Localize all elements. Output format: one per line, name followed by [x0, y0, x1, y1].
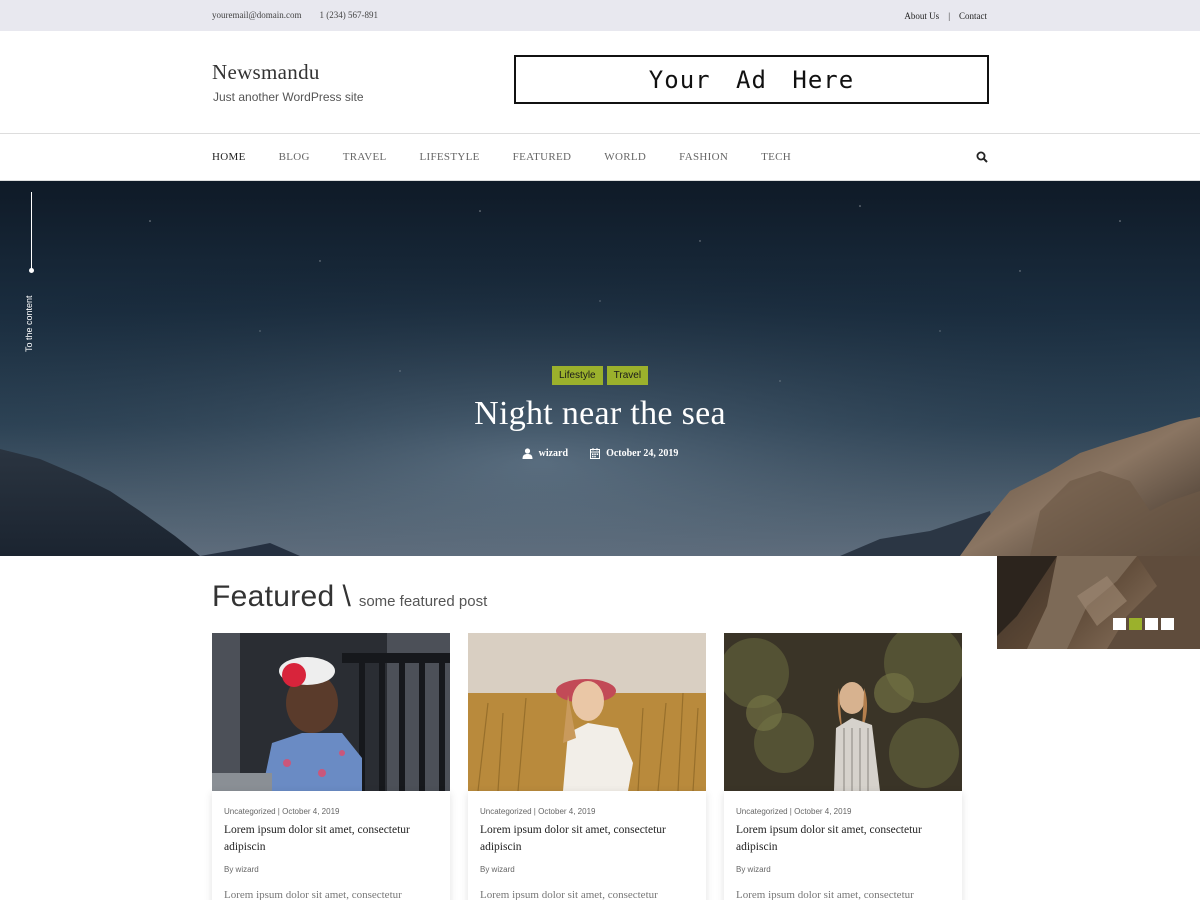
- phone-text[interactable]: 1 (234) 567-891: [320, 10, 379, 20]
- top-links-separator: |: [948, 11, 950, 21]
- hero-date: October 24, 2019: [590, 448, 678, 459]
- contact-link[interactable]: Contact: [959, 11, 987, 21]
- card-excerpt: Lorem ipsum dolor sit amet, consectetur: [480, 889, 658, 900]
- card-meta[interactable]: Uncategorized | October 4, 2019: [224, 807, 438, 816]
- card-title[interactable]: Lorem ipsum dolor sit amet, consectetur …: [480, 822, 694, 856]
- user-icon: [522, 448, 533, 459]
- card-meta[interactable]: Uncategorized | October 4, 2019: [736, 807, 950, 816]
- hero-tags: Lifestyle Travel: [0, 366, 1200, 385]
- card-image[interactable]: [724, 633, 962, 791]
- nav-item-lifestyle[interactable]: LIFESTYLE: [420, 151, 480, 163]
- card-image[interactable]: [212, 633, 450, 791]
- slider-dot-1[interactable]: [1113, 618, 1126, 630]
- featured-card[interactable]: Uncategorized | October 4, 2019 Lorem ip…: [724, 633, 962, 900]
- hero-date-text: October 24, 2019: [606, 448, 679, 459]
- ad-banner[interactable]: Your Ad Here: [514, 55, 989, 104]
- contact-info: youremail@domain.com 1 (234) 567-891: [212, 10, 378, 20]
- featured-subtitle: some featured post: [358, 593, 488, 610]
- card-image[interactable]: [468, 633, 706, 791]
- featured-card[interactable]: Uncategorized | October 4, 2019 Lorem ip…: [468, 633, 706, 900]
- slider-dot-4[interactable]: [1161, 618, 1174, 630]
- card-body: Uncategorized | October 4, 2019 Lorem ip…: [724, 791, 962, 900]
- hero-author[interactable]: wizard: [522, 448, 568, 459]
- search-icon[interactable]: [976, 151, 988, 163]
- calendar-icon: [590, 448, 601, 459]
- nav-item-blog[interactable]: BLOG: [279, 151, 310, 163]
- hero-author-name: wizard: [538, 448, 569, 459]
- top-links: About Us | Contact: [904, 11, 987, 21]
- featured-heading: Featured \ some featured post: [212, 580, 487, 614]
- hero-title[interactable]: Night near the sea: [0, 395, 1200, 433]
- main-navigation: HOME BLOG TRAVEL LIFESTYLE FEATURED WORL…: [0, 133, 1200, 181]
- site-tagline: Just another WordPress site: [213, 90, 364, 104]
- card-author[interactable]: By wizard: [224, 865, 438, 874]
- site-title[interactable]: Newsmandu: [212, 60, 320, 85]
- card-title[interactable]: Lorem ipsum dolor sit amet, consectetur …: [224, 822, 438, 856]
- to-content-dot: [29, 268, 34, 273]
- ad-text: Your Ad Here: [648, 65, 855, 94]
- to-content-link[interactable]: To the content: [0, 192, 60, 362]
- card-excerpt: Lorem ipsum dolor sit amet, consectetur: [736, 889, 914, 900]
- email-text[interactable]: youremail@domain.com: [212, 10, 302, 20]
- to-content-line: [31, 192, 32, 270]
- nav-item-travel[interactable]: TRAVEL: [343, 151, 387, 163]
- to-content-label: To the content: [24, 295, 34, 352]
- card-meta[interactable]: Uncategorized | October 4, 2019: [480, 807, 694, 816]
- nav-item-featured[interactable]: FEATURED: [513, 151, 572, 163]
- card-body: Uncategorized | October 4, 2019 Lorem ip…: [468, 791, 706, 900]
- slider-dot-3[interactable]: [1145, 618, 1158, 630]
- rock-image: [997, 556, 1200, 649]
- nav-item-fashion[interactable]: FASHION: [679, 151, 728, 163]
- featured-card[interactable]: Uncategorized | October 4, 2019 Lorem ip…: [212, 633, 450, 900]
- slider-dot-2[interactable]: [1129, 618, 1142, 630]
- card-title[interactable]: Lorem ipsum dolor sit amet, consectetur …: [736, 822, 950, 856]
- nav-item-home[interactable]: HOME: [212, 151, 246, 163]
- card-author[interactable]: By wizard: [480, 865, 694, 874]
- card-excerpt: Lorem ipsum dolor sit amet, consectetur: [224, 889, 402, 900]
- top-bar: youremail@domain.com 1 (234) 567-891 Abo…: [0, 0, 1200, 31]
- about-us-link[interactable]: About Us: [904, 11, 939, 21]
- featured-separator: \: [342, 580, 351, 613]
- slider-side-image: [997, 556, 1200, 649]
- featured-title: Featured: [212, 580, 335, 613]
- hero-meta: wizard October 24, 2019: [0, 448, 1200, 459]
- hero-slider[interactable]: To the content Lifestyle Travel Night ne…: [0, 181, 1200, 556]
- nav-item-world[interactable]: WORLD: [604, 151, 646, 163]
- tag-travel[interactable]: Travel: [606, 366, 649, 385]
- tag-lifestyle[interactable]: Lifestyle: [551, 366, 603, 385]
- card-body: Uncategorized | October 4, 2019 Lorem ip…: [212, 791, 450, 900]
- card-author[interactable]: By wizard: [736, 865, 950, 874]
- nav-item-tech[interactable]: TECH: [761, 151, 791, 163]
- slider-dots: [1113, 618, 1174, 630]
